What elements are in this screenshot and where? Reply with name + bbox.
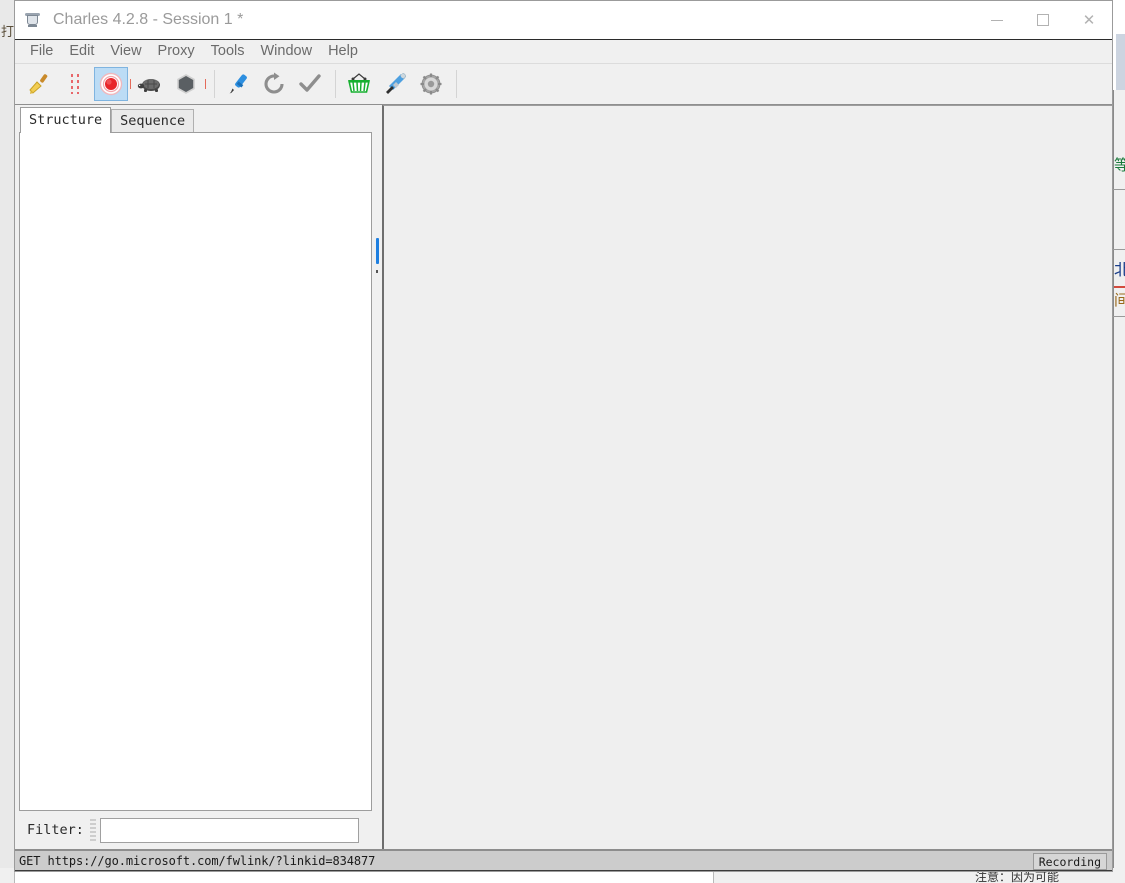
validate-icon — [299, 74, 321, 92]
breakpoints-button[interactable] — [169, 67, 203, 101]
left-panel-tabs: Structure Sequence — [19, 107, 372, 133]
settings-tools-button[interactable] — [378, 67, 412, 101]
filter-row: Filter: — [19, 811, 372, 849]
menu-item-view[interactable]: View — [102, 42, 149, 61]
screen-root: 打 等 北 间 注意：因为可能 Charles 4.2.8 - Session … — [0, 0, 1125, 883]
tab-sequence[interactable]: Sequence — [111, 109, 195, 133]
minimize-button[interactable] — [974, 1, 1020, 39]
session-tree[interactable] — [19, 132, 372, 811]
background-right-underline — [1114, 286, 1125, 288]
toolbar-separator-2 — [335, 70, 336, 98]
tools-basket-button[interactable] — [342, 67, 376, 101]
menubar: File Edit View Proxy Tools Window Help — [15, 39, 1112, 64]
filter-input[interactable] — [99, 817, 359, 843]
menu-item-edit[interactable]: Edit — [61, 42, 102, 61]
breakpoints-icon — [177, 74, 195, 94]
menu-item-tools[interactable]: Tools — [203, 42, 253, 61]
splitter-handle[interactable] — [376, 238, 379, 264]
tab-structure[interactable]: Structure — [20, 107, 112, 133]
settings-tools-icon — [386, 73, 407, 94]
background-right-scrollbar[interactable] — [1116, 34, 1125, 90]
record-button[interactable] — [94, 67, 128, 101]
maximize-icon — [1037, 14, 1049, 26]
tools-basket-icon — [347, 73, 371, 93]
toolbar-accent-mark — [130, 79, 131, 89]
background-right-glyph-1: 等 — [1114, 157, 1125, 174]
charles-main-window: Charles 4.2.8 - Session 1 * ✕ File Edit … — [14, 0, 1113, 872]
compose-icon — [229, 74, 247, 94]
clear-session-button[interactable] — [22, 67, 56, 101]
menu-item-window[interactable]: Window — [252, 42, 320, 61]
gear-button[interactable] — [414, 67, 448, 101]
background-left-strip — [0, 0, 15, 883]
background-right-divider-2 — [1113, 189, 1125, 190]
splitter-dot — [376, 270, 378, 273]
background-left-glyph: 打 — [1, 25, 14, 40]
filter-label: Filter: — [27, 822, 84, 838]
throttle-icon — [137, 79, 160, 92]
background-right-divider-3 — [1113, 249, 1125, 250]
filter-drag-grip[interactable] — [89, 819, 96, 841]
background-right-glyph-3: 间 — [1114, 292, 1125, 309]
charles-bottle-icon — [24, 11, 42, 29]
close-button[interactable]: ✕ — [1066, 1, 1112, 39]
window-controls: ✕ — [974, 1, 1112, 39]
main-body: Structure Sequence Filter: — [15, 105, 1112, 849]
background-right-divider-4 — [1113, 316, 1125, 317]
background-right-column — [1113, 90, 1125, 883]
status-badge[interactable]: Recording — [1032, 853, 1107, 870]
repeat-button[interactable] — [257, 67, 291, 101]
toolbar-accent-mark-2 — [205, 79, 206, 89]
compose-button[interactable] — [221, 67, 255, 101]
validate-button[interactable] — [293, 67, 327, 101]
status-message: GET https://go.microsoft.com/fwlink/?lin… — [19, 853, 376, 868]
pause-recording-icon — [71, 74, 79, 94]
toolbar-separator-3 — [456, 70, 457, 98]
minimize-icon — [991, 19, 1003, 21]
menu-item-help[interactable]: Help — [320, 42, 366, 61]
background-right-glyph-2: 北 — [1114, 262, 1125, 279]
menu-item-proxy[interactable]: Proxy — [150, 42, 203, 61]
maximize-button[interactable] — [1020, 1, 1066, 39]
repeat-icon — [264, 72, 284, 94]
titlebar: Charles 4.2.8 - Session 1 * ✕ — [15, 1, 1112, 39]
detail-panel[interactable] — [382, 105, 1112, 849]
panel-splitter[interactable] — [372, 105, 382, 849]
toolbar — [15, 64, 1112, 105]
left-panel: Structure Sequence Filter: — [15, 105, 372, 849]
close-icon: ✕ — [1082, 10, 1096, 29]
menu-item-file[interactable]: File — [22, 42, 61, 61]
statusbar: GET https://go.microsoft.com/fwlink/?lin… — [15, 849, 1112, 871]
gear-icon — [420, 73, 442, 95]
throttle-button[interactable] — [133, 67, 167, 101]
clear-session-icon — [29, 74, 48, 94]
toolbar-separator-1 — [214, 70, 215, 98]
pause-recording-button[interactable] — [58, 67, 92, 101]
window-title: Charles 4.2.8 - Session 1 * — [53, 11, 244, 28]
record-icon — [99, 72, 123, 96]
